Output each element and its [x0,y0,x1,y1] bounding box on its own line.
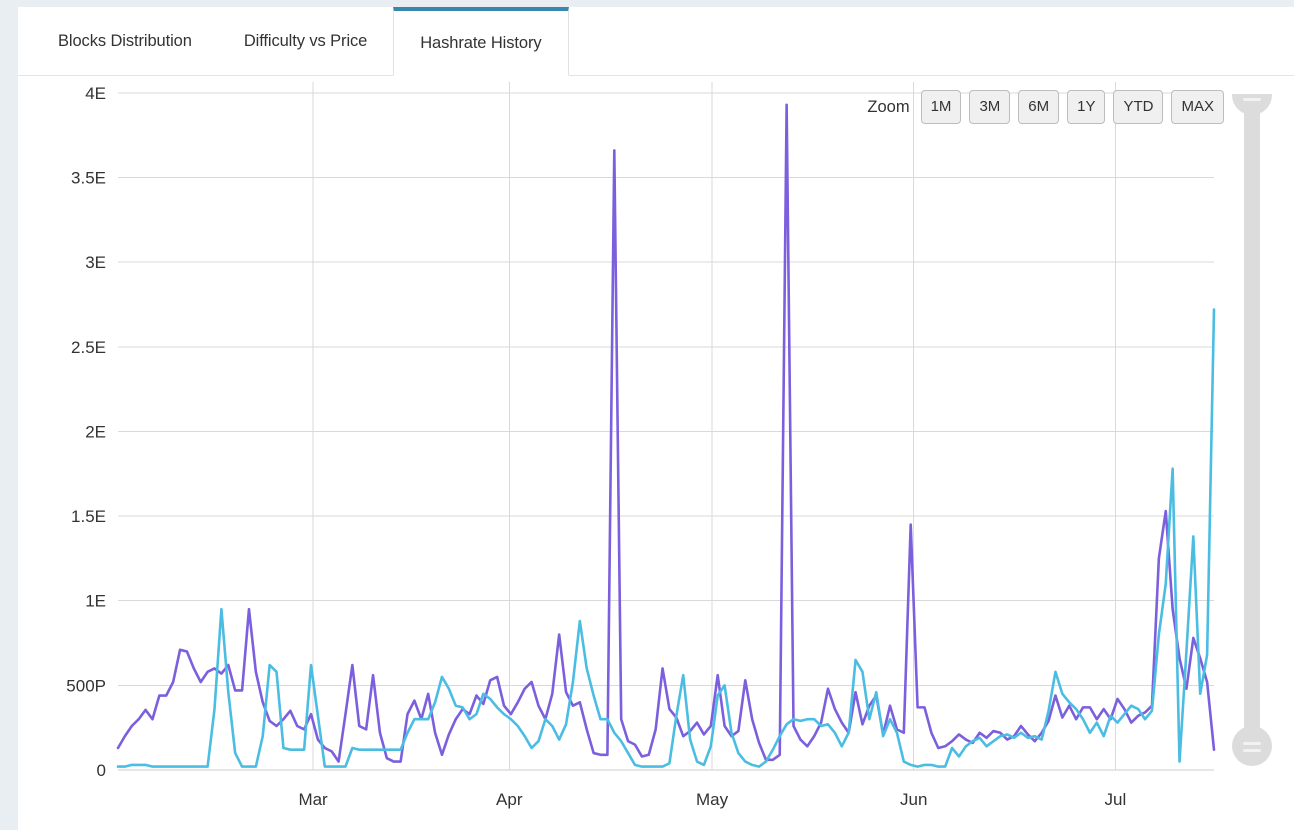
x-axis-tick-label: Apr [496,790,523,809]
slider-handle-top[interactable] [1232,94,1272,115]
zoom-label: Zoom [867,97,910,116]
hashrate-history-page: Blocks Distribution Difficulty vs Price Ha… [0,0,1294,830]
x-axis-tick-label: Mar [298,790,328,809]
zoom-controls: Zoom 1M 3M 6M 1Y YTD MAX [867,90,1224,124]
vertical-range-slider[interactable] [1232,86,1272,766]
chart-panel: 0 500P 1E 1.5E 2E 2.5E 3E 3.5E 4E Mar Apr May Jun Jul… [18,76,1294,830]
zoom-button-group: 1M 3M 6M 1Y YTD MAX [920,90,1224,124]
zoom-button-3m[interactable]: 3M [969,90,1011,124]
slider-handle-bottom[interactable] [1232,726,1272,766]
series-line-hashrate-a [116,103,1216,763]
tab-difficulty-vs-price[interactable]: Difficulty vs Price [218,7,393,75]
y-axis-tick-label: 2E [85,422,106,441]
y-axis-tick-label: 4E [85,84,106,103]
series-line-hashrate-b [116,308,1216,768]
zoom-button-1y[interactable]: 1Y [1067,90,1106,124]
tab-list: Blocks Distribution Difficulty vs Price Ha… [18,7,1294,76]
y-axis-tick-label: 2.5E [71,338,106,357]
zoom-button-1m[interactable]: 1M [920,90,962,124]
x-axis-tick-label: May [696,790,729,809]
y-axis-tick-label: 3.5E [71,169,106,188]
tab-bar: Blocks Distribution Difficulty vs Price Ha… [18,7,1294,76]
page-top-gutter [0,0,1294,7]
y-axis-tick-label: 500P [66,676,106,695]
y-axis-tick-label: 3E [85,253,106,272]
x-axis-tick-label: Jul [1104,790,1126,809]
slider-track[interactable] [1244,110,1260,732]
zoom-button-max[interactable]: MAX [1171,90,1224,124]
y-axis-tick-label: 0 [97,761,106,780]
zoom-button-ytd[interactable]: YTD [1113,90,1164,124]
slider-grip-line [1243,742,1261,745]
y-axis-tick-label: 1.5E [71,507,106,526]
y-axis-tick-label: 1E [85,592,106,611]
slider-grip-line [1243,749,1261,752]
hashrate-history-chart: 0 500P 1E 1.5E 2E 2.5E 3E 3.5E 4E Mar Apr May Jun Jul [66,82,1216,809]
page-left-gutter [0,0,18,830]
chart-plot-area: 0 500P 1E 1.5E 2E 2.5E 3E 3.5E 4E Mar Apr May Jun Jul [18,76,1294,830]
tab-hashrate-history[interactable]: Hashrate History [393,7,569,76]
zoom-button-6m[interactable]: 6M [1018,90,1060,124]
tab-blocks-distribution[interactable]: Blocks Distribution [32,7,218,75]
slider-grip-line [1243,98,1261,101]
x-axis-tick-label: Jun [900,790,927,809]
